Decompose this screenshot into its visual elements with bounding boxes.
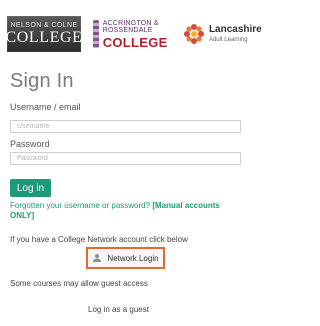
network-login-button[interactable]: Network Login (86, 247, 165, 269)
logo-strip: NELSON & COLNE COLLEGE ACCRINGTON & ROSS… (5, 10, 262, 58)
logo-1-top-text: NELSON & COLNE (10, 22, 78, 29)
logo-3-small-text: Adult Learning (208, 37, 248, 43)
username-label: Username / email (10, 102, 81, 112)
logo-2-big-text: COLLEGE (102, 34, 168, 50)
lancashire-adult-learning-logo: Lancashire Adult Learning (183, 16, 262, 52)
logo-2-text: ACCRINGTON & ROSSENDALE COLLEGE (103, 20, 171, 49)
username-placeholder: Username (17, 123, 50, 130)
password-label: Password (10, 139, 50, 149)
password-input[interactable]: Password (10, 152, 241, 165)
logo-2-small-text: ACCRINGTON & ROSSENDALE (102, 19, 159, 34)
logo-3-big-text: Lancashire (208, 24, 262, 35)
forgot-text[interactable]: Forgotten your username or password? (10, 201, 150, 210)
college-emblem-icon (93, 20, 99, 48)
logo-1-main-text: COLLEGE (5, 29, 83, 46)
password-placeholder: Password (17, 155, 48, 162)
user-icon (92, 253, 102, 263)
username-input[interactable]: Username (10, 120, 241, 133)
login-button[interactable]: Log in (10, 179, 51, 197)
guest-login-button[interactable]: Log in as a guest (88, 305, 149, 314)
lancashire-rose-icon (183, 23, 205, 45)
accrington-rossendale-college-logo: ACCRINGTON & ROSSENDALE COLLEGE (93, 16, 171, 52)
nelson-colne-college-logo: NELSON & COLNE COLLEGE (5, 16, 83, 52)
guest-access-info: Some courses may allow guest access (10, 279, 148, 288)
network-info-text: If you have a College Network account cl… (10, 235, 188, 244)
network-login-label: Network Login (107, 253, 159, 263)
logo-3-text: Lancashire Adult Learning (208, 24, 262, 44)
forgot-credentials-link[interactable]: Forgotten your username or password? [Ma… (10, 201, 245, 221)
page-title: Sign In (10, 70, 74, 92)
